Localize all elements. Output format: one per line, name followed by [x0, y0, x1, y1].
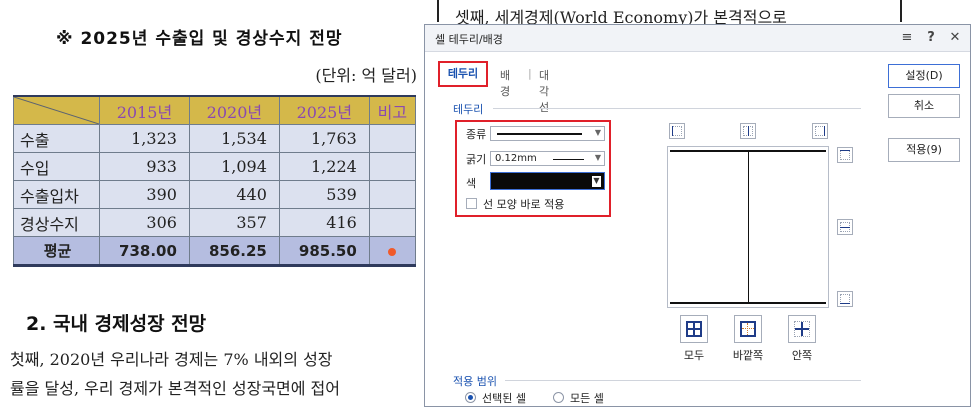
cancel-button[interactable]: 취소 [888, 94, 960, 118]
cell-value: 1,094 [188, 152, 280, 181]
header-note: 비고 [368, 95, 417, 125]
top-border-button[interactable] [837, 147, 853, 163]
cell-value: 933 [99, 152, 190, 181]
header-2025: 2025년 [278, 95, 370, 125]
all-borders-button[interactable] [680, 315, 708, 343]
cell-value: 1,224 [278, 152, 370, 181]
cell-value: 1,534 [188, 124, 280, 153]
cell-value: 539 [278, 180, 370, 209]
cell-note [368, 180, 417, 209]
cell-note [368, 208, 417, 237]
cell-note [368, 124, 417, 153]
document-page: ※ 2025년 수출입 및 경상수지 전망 (단위: 억 달러) 2015년 2… [0, 0, 425, 407]
chevron-down-icon: ▼ [594, 128, 601, 137]
table-row: 수출 1,323 1,534 1,763 [13, 124, 417, 153]
average-value: 985.50 [278, 236, 370, 267]
cell-border-dialog: 셀 테두리/배경 ≡ ? ✕ 테두리 배경 | 대각선 테두리 종류 ▼ 굵기 … [424, 24, 971, 407]
close-icon[interactable]: ✕ [948, 30, 962, 45]
scope-group-label: 적용 범위 [453, 375, 497, 388]
cell-note [368, 152, 417, 181]
apply-immediately-checkbox[interactable] [466, 198, 477, 209]
table-row: 수입 933 1,094 1,224 [13, 152, 417, 181]
color-label: 색 [466, 177, 477, 190]
inner-borders-label: 안쪽 [791, 349, 813, 362]
list-icon[interactable]: ≡ [900, 30, 914, 45]
row-label: 경상수지 [13, 208, 100, 237]
table-row: 수출입차 390 440 539 [13, 180, 417, 209]
average-label: 평균 [13, 236, 100, 267]
cursor-dot-icon [388, 247, 397, 256]
border-group-label: 테두리 [453, 103, 484, 116]
bottom-border-button[interactable] [837, 291, 853, 307]
cell-value: 1,763 [278, 124, 370, 153]
vertical-center-border-button[interactable] [740, 123, 756, 139]
average-value: 856.25 [188, 236, 280, 267]
left-border-button[interactable] [669, 123, 685, 139]
apply-button[interactable]: 적용(9) [888, 138, 960, 162]
border-color-select[interactable]: ▼ [490, 172, 605, 190]
thin-line-preview [553, 159, 584, 160]
cell-value: 390 [99, 180, 190, 209]
cell-value: 357 [188, 208, 280, 237]
selected-cells-label: 선택된 셀 [482, 392, 526, 405]
right-border-button[interactable] [812, 123, 828, 139]
cell-value: 440 [188, 180, 280, 209]
page-edge-left [437, 0, 439, 22]
width-label: 굵기 [466, 153, 487, 166]
apply-immediately-label: 선 모양 바로 적용 [483, 198, 565, 211]
tab-border[interactable]: 테두리 [438, 61, 488, 87]
preview-bottom-line [670, 302, 826, 304]
outer-borders-button[interactable] [734, 315, 762, 343]
border-type-select[interactable]: ▼ [490, 126, 605, 141]
average-row: 평균 738.00 856.25 985.50 [13, 236, 417, 267]
all-borders-icon [686, 321, 702, 337]
outer-borders-icon [740, 321, 756, 337]
preview-middle-line [748, 150, 749, 304]
doc-title: ※ 2025년 수출입 및 경상수지 전망 [56, 29, 343, 49]
border-preview[interactable] [667, 146, 829, 308]
tab-background[interactable]: 배경 [500, 67, 510, 99]
outer-borders-label: 바깥쪽 [732, 349, 764, 362]
cell-value: 306 [99, 208, 190, 237]
chevron-down-icon: ▼ [592, 176, 601, 187]
doc-unit-label: (단위: 억 달러) [315, 66, 417, 85]
row-label: 수출입차 [13, 180, 100, 209]
group-divider [493, 108, 861, 109]
row-label: 수출 [13, 124, 100, 153]
inner-borders-button[interactable] [788, 315, 816, 343]
cell-cursor-marker [368, 236, 417, 267]
tab-separator: | [528, 67, 532, 80]
average-value: 738.00 [99, 236, 190, 267]
border-settings-highlight: 종류 ▼ 굵기 0.12mm ▼ 색 ▼ 선 모양 바로 적용 [455, 120, 611, 217]
type-label: 종류 [466, 128, 487, 141]
all-cells-label: 모든 셀 [570, 392, 604, 405]
help-icon[interactable]: ? [924, 30, 938, 45]
header-2020: 2020년 [188, 95, 280, 125]
cell-value: 1,323 [99, 124, 190, 153]
dialog-title: 셀 테두리/배경 [435, 33, 503, 46]
ok-button[interactable]: 설정(D) [888, 64, 960, 88]
group-divider [505, 380, 861, 381]
trade-table: 2015년 2020년 2025년 비고 수출 1,323 1,534 1,76… [13, 95, 417, 267]
chevron-down-icon: ▼ [594, 153, 601, 162]
inner-borders-icon [794, 321, 810, 337]
page-edge-right [900, 0, 902, 22]
header-2015: 2015년 [99, 95, 190, 125]
cell-value: 416 [278, 208, 370, 237]
paragraph-line: 첫째, 2020년 우리나라 경제는 7% 내외의 성장 [10, 350, 333, 369]
selected-cells-radio[interactable] [465, 392, 476, 403]
horizontal-center-border-button[interactable] [837, 219, 853, 235]
solid-line-preview [497, 133, 582, 135]
all-borders-label: 모두 [683, 349, 705, 362]
all-cells-radio[interactable] [553, 392, 564, 403]
diagonal-line [14, 97, 99, 124]
border-width-select[interactable]: 0.12mm ▼ [490, 151, 605, 166]
dialog-titlebar[interactable]: 셀 테두리/배경 ≡ ? ✕ [425, 25, 970, 52]
table-row: 경상수지 306 357 416 [13, 208, 417, 237]
border-width-value: 0.12mm [495, 153, 537, 164]
section-title: 2. 국내 경제성장 전망 [26, 313, 207, 335]
diagonal-header-cell [13, 95, 100, 125]
row-label: 수입 [13, 152, 100, 181]
paragraph-line: 률을 달성, 우리 경제가 본격적인 성장국면에 접어 [10, 379, 341, 398]
